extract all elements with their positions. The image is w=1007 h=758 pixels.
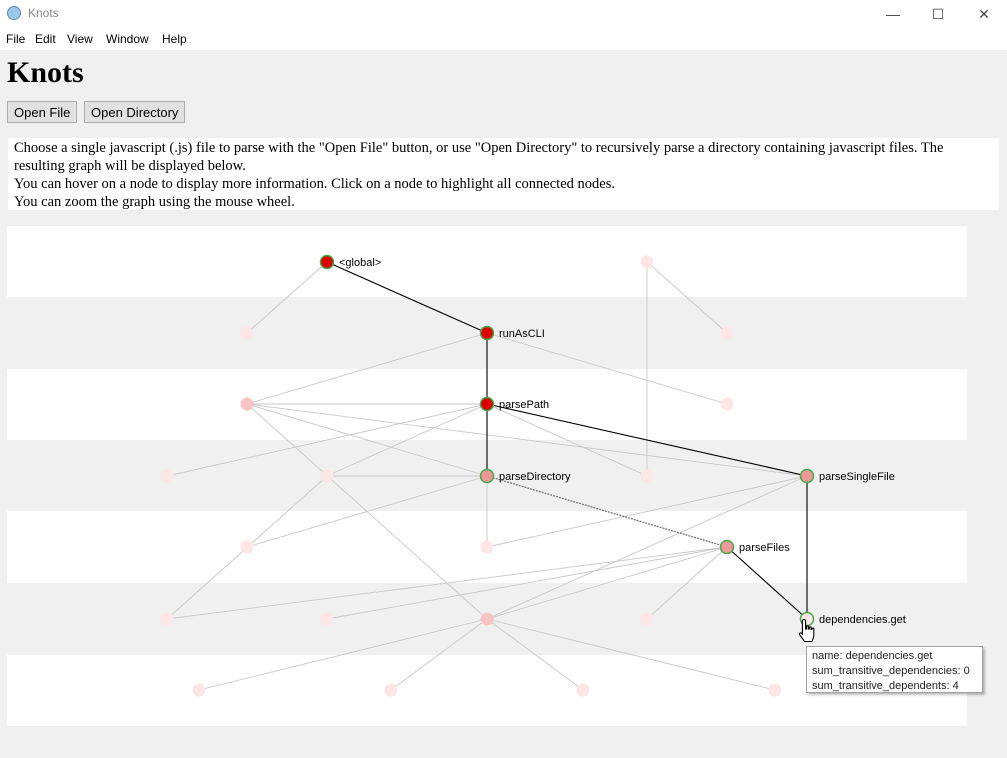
graph-node[interactable]	[480, 612, 494, 626]
menu-view[interactable]: View	[67, 32, 93, 46]
graph-node[interactable]	[640, 469, 654, 483]
graph-node[interactable]	[160, 612, 174, 626]
title-bar: Knots — ☐ ✕	[0, 0, 1007, 28]
graph-node[interactable]	[720, 326, 734, 340]
graph-node[interactable]	[768, 683, 782, 697]
graph-node-parseDirectory[interactable]	[479, 468, 495, 484]
graph-node[interactable]	[240, 326, 254, 340]
instructions-line-1: Choose a single javascript (.js) file to…	[14, 140, 944, 174]
graph-node-parsePath[interactable]	[479, 396, 495, 412]
page-title: Knots	[7, 56, 84, 89]
graph-node[interactable]	[384, 683, 398, 697]
menu-help[interactable]: Help	[162, 32, 187, 46]
graph-node[interactable]	[320, 612, 334, 626]
graph-node-label: parseSingleFile	[819, 471, 895, 483]
graph-node[interactable]	[576, 683, 590, 697]
graph-node-parseFiles[interactable]	[719, 539, 735, 555]
graph-node-parseSingleFile[interactable]	[799, 468, 815, 484]
graph-row-band	[7, 226, 967, 297]
instructions-line-3: You can zoom the graph using the mouse w…	[14, 194, 295, 210]
graph-node-label: parseFiles	[739, 542, 790, 554]
graph-node[interactable]	[480, 540, 494, 554]
graph-node-global[interactable]	[319, 254, 335, 270]
graph-node-label: dependencies.get	[819, 614, 906, 626]
graph-node-label: runAsCLI	[499, 328, 545, 340]
minimize-button[interactable]: —	[870, 0, 916, 28]
graph-node-runAsCLI[interactable]	[479, 325, 495, 341]
maximize-button[interactable]: ☐	[915, 0, 961, 28]
instructions-panel: Choose a single javascript (.js) file to…	[8, 138, 999, 210]
graph-node[interactable]	[640, 255, 654, 269]
menu-edit[interactable]: Edit	[35, 32, 56, 46]
hand-cursor-icon	[798, 618, 815, 643]
graph-node[interactable]	[192, 683, 206, 697]
window-title: Knots	[28, 6, 59, 20]
graph-node[interactable]	[640, 612, 654, 626]
tooltip-name: name: dependencies.get	[812, 650, 933, 662]
menu-bar: File Edit View Window Help	[0, 28, 1007, 51]
open-directory-button[interactable]: Open Directory	[84, 101, 186, 123]
instructions-line-2: You can hover on a node to display more …	[14, 176, 615, 192]
graph-node-label: parsePath	[499, 399, 549, 411]
app-icon	[7, 6, 21, 20]
close-button[interactable]: ✕	[961, 0, 1007, 28]
open-file-button[interactable]: Open File	[7, 101, 78, 123]
graph-node[interactable]	[320, 469, 334, 483]
graph-node-label: <global>	[339, 257, 381, 269]
tooltip-sum-dependencies: sum_transitive_dependencies: 0	[812, 665, 970, 677]
graph-node[interactable]	[240, 397, 254, 411]
graph-node[interactable]	[160, 469, 174, 483]
menu-file[interactable]: File	[6, 32, 25, 46]
menu-window[interactable]: Window	[106, 32, 149, 46]
graph-node-label: parseDirectory	[499, 471, 571, 483]
tooltip-sum-dependents: sum_transitive_dependents: 4	[812, 680, 959, 692]
graph-node[interactable]	[720, 397, 734, 411]
node-tooltip: name: dependencies.get sum_transitive_de…	[806, 646, 983, 693]
graph-node[interactable]	[240, 540, 254, 554]
